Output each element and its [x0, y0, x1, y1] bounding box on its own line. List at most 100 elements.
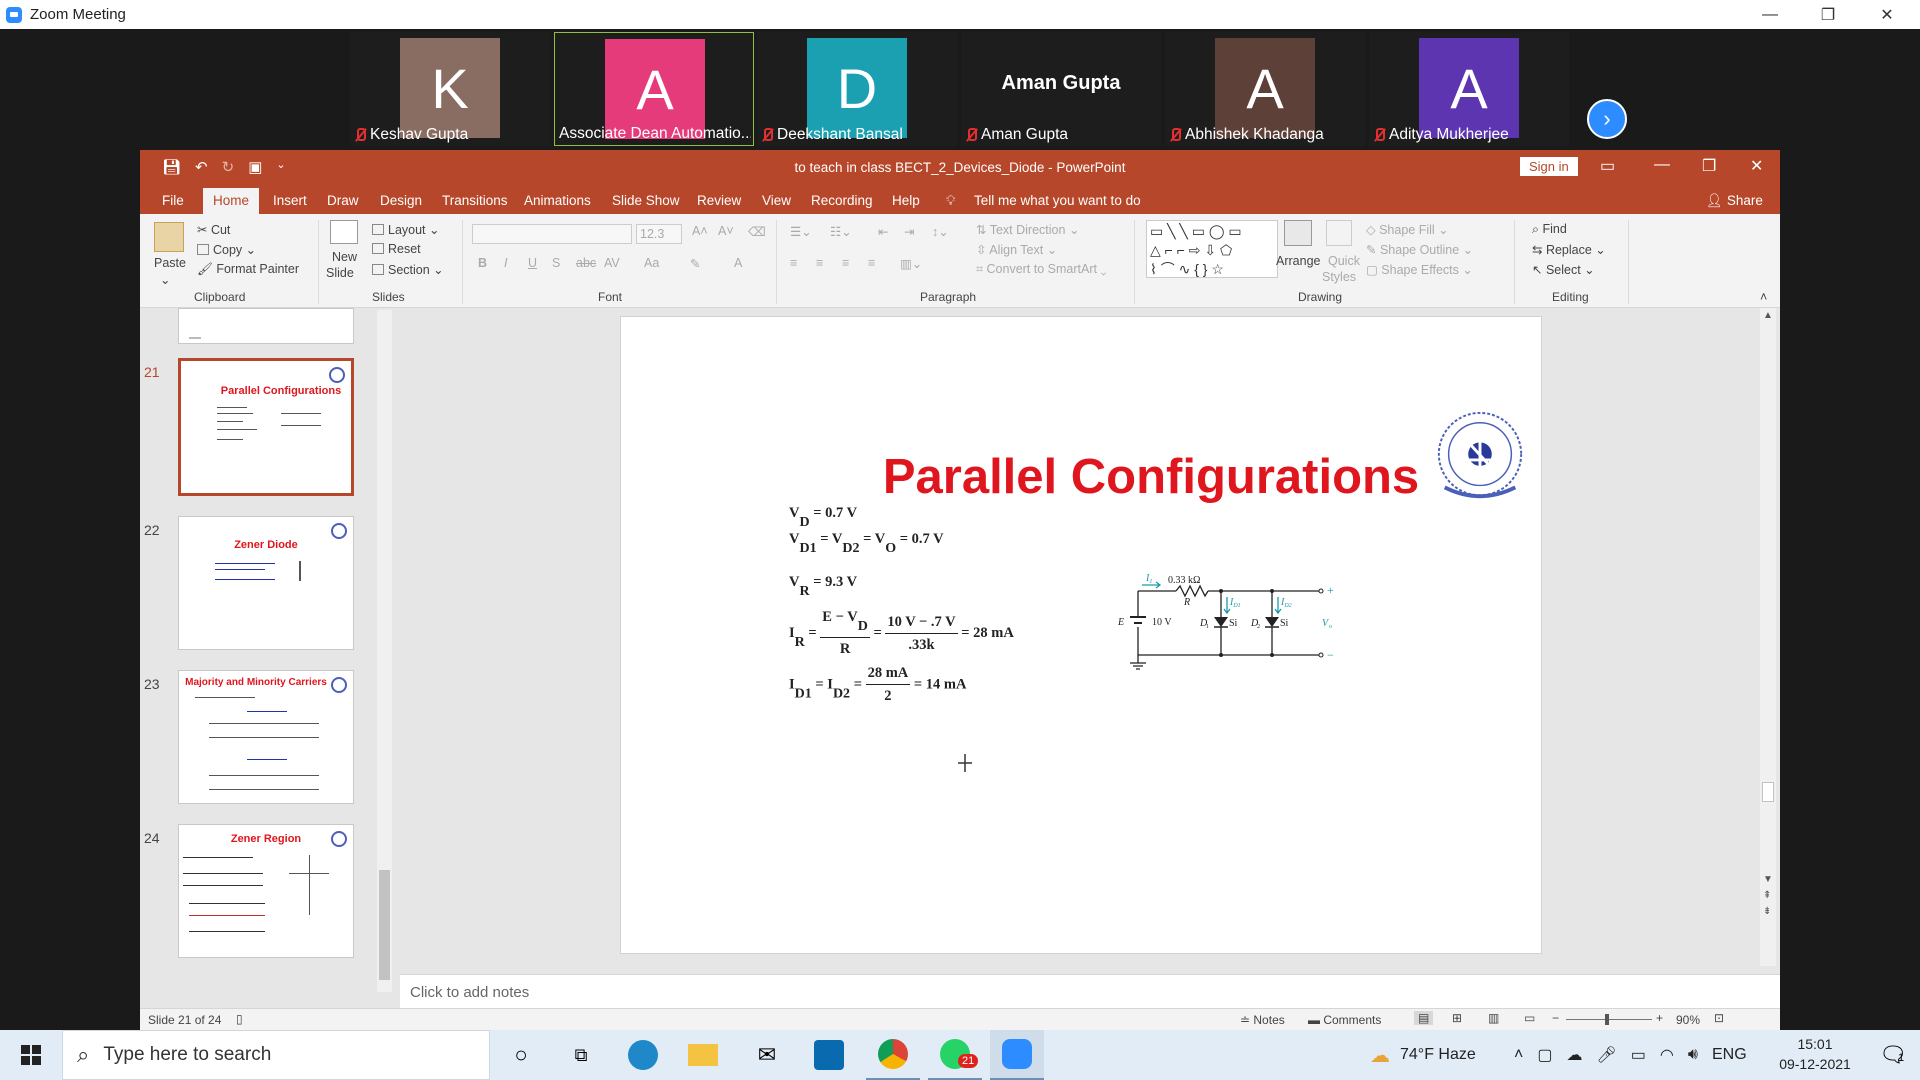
zoom-taskbar-icon[interactable] [990, 1030, 1044, 1080]
slide-title[interactable]: Parallel Configurations [851, 449, 1451, 505]
scroll-down-icon[interactable]: ▼ [1763, 874, 1773, 885]
section-button[interactable]: Section ⌄ [372, 262, 444, 277]
normal-view-icon[interactable]: ▤ [1414, 1011, 1434, 1025]
tab-insert[interactable]: Insert [273, 193, 307, 208]
meet-now-icon[interactable]: ▢ [1537, 1045, 1552, 1065]
find-button[interactable]: ⌕ Find [1532, 222, 1567, 237]
shape-fill-button[interactable]: ◇ Shape Fill ⌄ [1366, 222, 1449, 237]
battery-icon[interactable]: ▭ [1631, 1045, 1646, 1065]
align-right-icon[interactable]: ≡ [842, 256, 849, 270]
scrollbar-thumb[interactable] [379, 870, 390, 980]
reading-view-icon[interactable]: ▥ [1488, 1011, 1499, 1025]
sign-in-button[interactable]: Sign in [1520, 157, 1578, 176]
underline-icon[interactable]: U [528, 256, 537, 270]
file-explorer-icon[interactable] [676, 1030, 730, 1080]
mail-icon[interactable]: ✉ [740, 1030, 794, 1080]
highlight-icon[interactable]: ✎ [690, 256, 700, 271]
font-color-icon[interactable]: A [734, 256, 742, 270]
font-size-input[interactable]: 12.3 [636, 224, 682, 244]
wifi-icon[interactable]: ◠ [1660, 1045, 1674, 1065]
font-name-input[interactable] [472, 224, 632, 244]
copy-button[interactable]: Copy ⌄ [197, 242, 256, 257]
tab-draw[interactable]: Draw [327, 193, 359, 208]
change-case-icon[interactable]: Aa [644, 256, 659, 270]
bullets-icon[interactable]: ☰⌄ [790, 224, 812, 239]
zoom-slider-thumb[interactable] [1605, 1014, 1609, 1025]
quick-styles-label[interactable]: Styles [1322, 270, 1356, 284]
restore-icon[interactable]: ❐ [1803, 0, 1853, 29]
chevron-up-icon[interactable]: ˄ [1514, 1046, 1523, 1064]
shape-outline-button[interactable]: ✎ Shape Outline ⌄ [1366, 242, 1473, 257]
align-left-icon[interactable]: ≡ [790, 256, 797, 270]
clock[interactable]: 15:01 09-12-2021 [1770, 1034, 1860, 1074]
new-slide-label[interactable]: Slide [326, 266, 354, 280]
zoom-in-icon[interactable]: + [1656, 1011, 1663, 1025]
next-slide-icon[interactable]: ⇟ [1763, 906, 1771, 917]
columns-icon[interactable]: ▥⌄ [900, 256, 922, 271]
scrollbar-thumb[interactable] [1762, 782, 1774, 802]
share-button[interactable]: 👤︎ Share [1706, 193, 1763, 209]
fit-to-window-icon[interactable]: ⊡ [1714, 1011, 1724, 1025]
slide-thumbnail-21[interactable]: Parallel Configurations [178, 358, 354, 496]
tab-help[interactable]: Help [892, 193, 920, 208]
arrange-button[interactable]: Arrange [1276, 254, 1320, 268]
tab-file[interactable]: File [162, 193, 184, 208]
tab-review[interactable]: Review [697, 193, 741, 208]
slide-thumbnail-20[interactable] [178, 308, 354, 344]
participant-tile[interactable]: Aman Gupta Aman Gupta [961, 32, 1161, 146]
next-participants-button[interactable]: › [1587, 99, 1627, 139]
notes-pane[interactable]: Click to add notes [400, 974, 1780, 1008]
slide-scrollbar[interactable]: ▲ ▼ ⇞ ⇟ [1760, 308, 1776, 966]
slide-thumbnail-24[interactable]: Zener Region [178, 824, 354, 958]
ribbon-display-icon[interactable]: ▭ [1600, 156, 1615, 176]
zoom-level[interactable]: 90% [1676, 1013, 1700, 1027]
decrease-indent-icon[interactable]: ⇤ [878, 224, 888, 239]
comments-toggle[interactable]: ▬ Comments [1308, 1013, 1381, 1027]
scroll-up-icon[interactable]: ▲ [1763, 310, 1773, 321]
increase-indent-icon[interactable]: ⇥ [904, 224, 914, 239]
dell-app-icon[interactable] [802, 1030, 856, 1080]
tab-slide-show[interactable]: Slide Show [612, 193, 680, 208]
slide-thumbnail-23[interactable]: Majority and Minority Carriers [178, 670, 354, 804]
chevron-down-icon[interactable]: ⌄ [160, 272, 170, 287]
italic-icon[interactable]: I [504, 256, 507, 270]
weather-widget[interactable]: ☁ 74°F Haze [1370, 1030, 1476, 1080]
language-indicator[interactable]: ENG [1712, 1046, 1747, 1064]
taskbar-search-box[interactable]: ⌕ Type here to search [62, 1030, 490, 1080]
decrease-font-icon[interactable]: A˅ [718, 224, 734, 238]
numbering-icon[interactable]: ☷⌄ [830, 224, 852, 239]
notes-toggle[interactable]: ≐ Notes [1240, 1013, 1285, 1027]
tab-recording[interactable]: Recording [811, 193, 873, 208]
slideshow-icon[interactable]: ▭ [1524, 1011, 1535, 1025]
line-spacing-icon[interactable]: ↕⌄ [932, 224, 949, 239]
slide-sorter-icon[interactable]: ⊞ [1452, 1011, 1462, 1025]
thumbnail-scrollbar[interactable] [377, 310, 392, 992]
increase-font-icon[interactable]: A˄ [692, 224, 708, 238]
accessibility-icon[interactable]: ▯ [236, 1012, 243, 1026]
align-text-button[interactable]: ⇳ Align Text ⌄ [976, 242, 1057, 257]
task-view-icon[interactable]: ⧉ [554, 1030, 608, 1080]
participant-tile[interactable]: A Abhishek Khadanga [1165, 32, 1365, 146]
participant-tile-active[interactable]: A Associate Dean Automatio... [554, 32, 754, 146]
close-icon[interactable]: ✕ [1862, 0, 1912, 29]
zoom-out-icon[interactable]: − [1552, 1011, 1559, 1025]
convert-smartart-button[interactable]: ⌗ Convert to SmartArt ⌄ [976, 262, 1106, 277]
cut-button[interactable]: ✂ Cut [197, 222, 230, 237]
previous-slide-icon[interactable]: ⇞ [1763, 890, 1771, 901]
shape-effects-button[interactable]: ▢ Shape Effects ⌄ [1366, 262, 1473, 277]
format-painter-button[interactable]: 🖌︎ Format Painter [197, 262, 299, 277]
text-direction-button[interactable]: ⇅ Text Direction ⌄ [976, 222, 1079, 237]
microphone-icon[interactable]: 🎤︎ [1596, 1045, 1616, 1065]
collapse-ribbon-icon[interactable]: ˄ [1760, 290, 1767, 304]
tab-view[interactable]: View [762, 193, 791, 208]
replace-button[interactable]: ⇆ Replace ⌄ [1532, 242, 1606, 257]
participant-tile[interactable]: D Deekshant Bansal [757, 32, 957, 146]
char-spacing-icon[interactable]: AV [604, 256, 620, 270]
tab-animations[interactable]: Animations [524, 193, 591, 208]
windows-start-icon[interactable] [4, 1030, 58, 1080]
quick-styles-button[interactable]: Quick [1328, 254, 1360, 268]
participant-tile[interactable]: K Keshav Gupta [350, 32, 550, 146]
shadow-icon[interactable]: S [552, 256, 560, 270]
shapes-gallery[interactable]: ▭ ╲ ╲ ▭ ◯ ▭ △ ⌐ ⌐ ⇨ ⇩ ⬠ ⌇ ⌒ ∿ { } ☆ [1146, 220, 1278, 278]
slide-thumbnail-22[interactable]: Zener Diode [178, 516, 354, 650]
